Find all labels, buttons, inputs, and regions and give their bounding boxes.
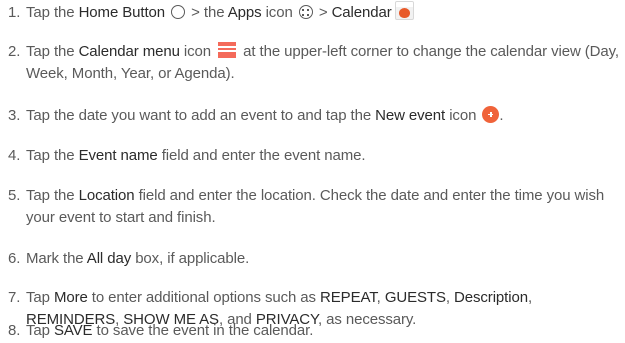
step-3: 3. Tap the date you want to add an event… [8,105,621,127]
step-8: 8. Tap SAVE to save the event in the cal… [8,320,621,342]
calendar-menu-icon [218,42,237,59]
step-text: Tap the Home Button > the Apps icon > Ca… [26,0,621,24]
new-event-icon [482,105,500,123]
apps-label: Apps [227,4,262,21]
step-5: 5. Tap the Location field and enter the … [8,185,621,229]
step-text: Tap the Location field and enter the loc… [26,187,605,226]
repeat-label: REPEAT [320,289,377,306]
step-6: 6. Mark the All day box, if applicable. [8,248,621,270]
step-number: 1. [8,4,21,21]
home-button-icon [171,5,186,20]
step-number: 6. [8,250,21,267]
instruction-list: 1. Tap the Home Button > the Apps icon >… [0,0,625,343]
calendar-menu-label: Calendar menu [78,43,180,60]
event-name-label: Event name [78,147,158,164]
step-number: 3. [8,107,21,124]
all-day-label: All day [86,250,132,267]
calendar-label: Calendar [331,4,392,21]
step-number: 5. [8,187,21,204]
step-text: Tap the Event name field and enter the e… [26,147,366,164]
step-4: 4. Tap the Event name field and enter th… [8,145,621,167]
step-number: 2. [8,43,21,60]
more-label: More [53,289,88,306]
step-number: 7. [8,289,21,306]
location-label: Location [78,187,135,204]
step-text: Tap SAVE to save the event in the calend… [26,322,314,339]
apps-icon [298,5,313,20]
calendar-app-icon [394,0,414,20]
step-text: Tap the date you want to add an event to… [26,105,504,124]
step-text: Mark the All day box, if applicable. [26,250,250,267]
guests-label: GUESTS [384,289,446,306]
step-number: 4. [8,147,21,164]
step-number: 8. [8,322,21,339]
save-label: SAVE [53,322,93,339]
new-event-label: New event [375,107,446,124]
home-button-label: Home Button [78,4,166,21]
step-1: 1. Tap the Home Button > the Apps icon >… [8,0,621,24]
step-text: Tap the Calendar menu icon at the upper-… [26,42,619,82]
step-2: 2. Tap the Calendar menu icon at the upp… [8,41,621,85]
description-label: Description [454,289,528,306]
